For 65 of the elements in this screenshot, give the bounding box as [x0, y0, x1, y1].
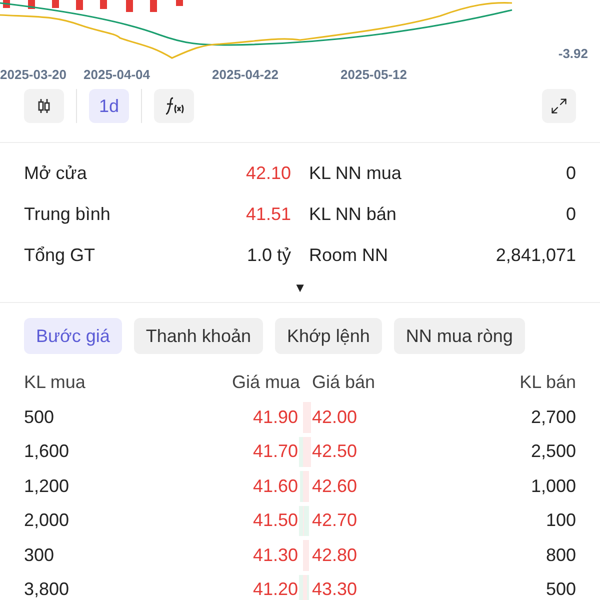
column-header: KL bán: [518, 371, 576, 394]
expand-icon: [550, 97, 568, 115]
tab[interactable]: NN mua ròng: [394, 318, 525, 354]
bid-volume: 2,000: [24, 509, 70, 532]
tab[interactable]: Khớp lệnh: [274, 318, 382, 354]
histogram-bar: [176, 0, 183, 6]
bid-price: 41.70: [252, 440, 298, 464]
bid-volume: 3,800: [24, 578, 70, 600]
ask-volume: 2,700: [530, 406, 576, 429]
bid-depth-bar: [299, 506, 309, 536]
toolbar-button[interactable]: [154, 89, 194, 123]
fullscreen-button[interactable]: [542, 89, 576, 123]
stat-value: 1.0 tỷ: [246, 244, 291, 267]
bid-volume: 500: [24, 406, 56, 429]
stat-label: KL NN mua: [309, 162, 402, 185]
ask-volume: 1,000: [530, 474, 576, 498]
stat-value: 42.10: [246, 162, 291, 185]
date-label: 2025-05-12: [340, 66, 407, 84]
stat-value: 41.51: [246, 203, 291, 226]
bid-volume: 1,200: [24, 474, 70, 498]
bid-price: 41.20: [252, 578, 298, 600]
toolbar-button[interactable]: 1d: [89, 89, 129, 123]
tab[interactable]: Thanh khoản: [134, 318, 263, 354]
ask-volume: 100: [544, 509, 576, 532]
stat-value: 2,841,071: [496, 244, 576, 267]
toolbar-button[interactable]: [24, 89, 64, 123]
stat-label: Tổng GT: [24, 244, 96, 267]
candlestick-icon: [36, 98, 52, 114]
stat-label: Trung bình: [24, 203, 110, 226]
histogram-bar: [126, 0, 133, 12]
date-label: 2025-04-04: [84, 66, 150, 84]
histogram-bar: [52, 0, 59, 8]
ask-volume: 800: [544, 544, 576, 567]
ask-price: 42.80: [312, 544, 358, 567]
axis-value-label: -3.92: [558, 45, 588, 63]
ask-price: 42.70: [312, 509, 358, 532]
ask-price: 42.60: [312, 474, 358, 498]
function-icon: [164, 96, 184, 116]
bid-price: 41.30: [252, 544, 298, 567]
histogram-bar: [150, 0, 157, 12]
ask-price: 42.00: [312, 406, 358, 429]
histogram-bar: [76, 0, 83, 10]
stat-label: Mở cửa: [24, 162, 87, 185]
bid-price: 41.50: [252, 509, 298, 532]
bid-volume: 300: [24, 544, 56, 567]
stat-value: 0: [566, 203, 576, 226]
stat-label: Room NN: [309, 244, 388, 267]
date-label: 2025-03-20: [0, 66, 66, 84]
stat-value: 0: [566, 162, 576, 185]
column-header: KL mua: [24, 371, 86, 394]
ask-volume: 2,500: [530, 440, 576, 464]
column-header: Giá mua: [230, 371, 301, 394]
ask-price: 42.50: [312, 440, 358, 464]
tab[interactable]: Bước giá: [24, 318, 122, 354]
ask-depth-bar: [303, 471, 309, 502]
histogram-bar: [100, 0, 107, 9]
ask-volume: 500: [544, 578, 576, 600]
bid-price: 41.60: [252, 474, 298, 498]
date-label: 2025-04-22: [212, 66, 278, 84]
stat-label: KL NN bán: [309, 203, 396, 226]
expand-toggle[interactable]: ▼: [294, 280, 306, 294]
ask-price: 43.30: [312, 578, 358, 600]
bid-volume: 1,600: [24, 440, 70, 464]
ask-depth-bar: [303, 436, 311, 467]
bid-price: 41.90: [252, 406, 298, 429]
